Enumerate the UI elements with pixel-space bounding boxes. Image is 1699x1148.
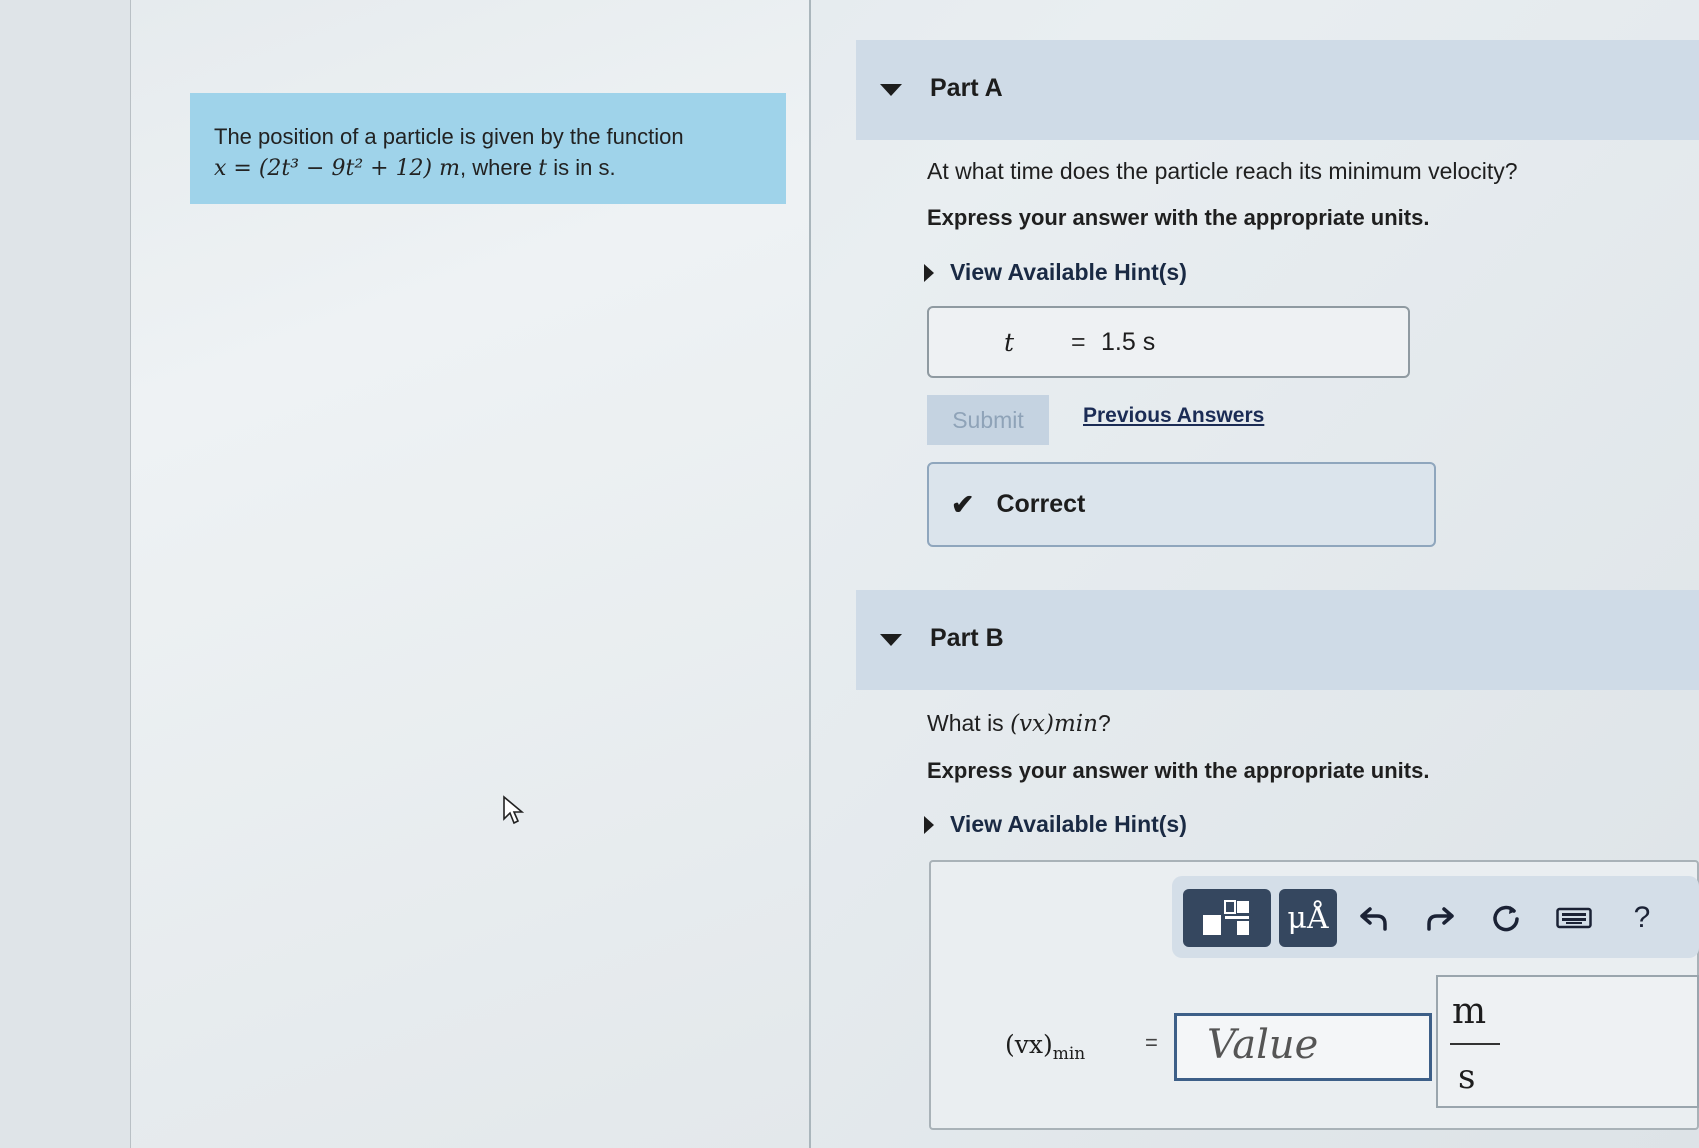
formula-equals: =	[1145, 1030, 1158, 1055]
question-prefix: What is	[927, 710, 1011, 736]
left-gutter	[0, 0, 131, 1148]
answer-equals: =	[1071, 328, 1086, 356]
part-a-answer-display: t = 1.5 s	[927, 306, 1410, 378]
previous-answers-link[interactable]: Previous Answers	[1083, 404, 1264, 428]
collapse-triangle-icon[interactable]	[880, 84, 902, 96]
position-formula: x = (2t³ − 9t² + 12) m	[214, 156, 460, 181]
redo-icon[interactable]	[1416, 889, 1464, 947]
reset-icon[interactable]	[1482, 889, 1530, 947]
part-b-title: Part B	[930, 624, 1004, 652]
problem-text: The position of a particle is given by t…	[214, 124, 684, 149]
formula-variable: (vx)	[1005, 1030, 1053, 1059]
part-a-question: At what time does the particle reach its…	[927, 158, 1518, 184]
part-b-hint-toggle[interactable]: View Available Hint(s)	[924, 811, 1187, 838]
feedback-label: Correct	[996, 490, 1086, 518]
keyboard-icon[interactable]	[1550, 889, 1598, 947]
time-variable: t	[538, 156, 548, 181]
expand-triangle-icon	[924, 815, 934, 834]
collapse-triangle-icon[interactable]	[880, 634, 902, 646]
part-b-question: What is (vx)min?	[927, 710, 1111, 737]
hint-label: View Available Hint(s)	[950, 811, 1187, 837]
expand-triangle-icon	[924, 263, 934, 282]
answer-variable: t	[1004, 328, 1015, 357]
formula-label: (vx)min	[1005, 1030, 1085, 1064]
feedback-correct: ✔ Correct	[927, 462, 1436, 547]
value-input[interactable]: Value	[1174, 1013, 1432, 1081]
question-math: (vx)min	[1010, 711, 1098, 737]
help-icon[interactable]: ?	[1618, 889, 1666, 947]
question-suffix: ?	[1097, 710, 1111, 736]
part-a-header[interactable]: Part A	[856, 40, 1699, 140]
problem-text-3: is in s.	[547, 155, 616, 180]
math-toolbar: μÅ ?	[1172, 876, 1699, 958]
undo-icon[interactable]	[1350, 889, 1398, 947]
units-input[interactable]: m s	[1436, 975, 1699, 1108]
part-b-header[interactable]: Part B	[856, 590, 1699, 690]
part-a-hint-toggle[interactable]: View Available Hint(s)	[924, 259, 1187, 286]
unit-numerator: m	[1452, 991, 1487, 1032]
mouse-cursor-icon	[503, 795, 524, 825]
problem-statement: The position of a particle is given by t…	[190, 93, 786, 204]
templates-icon	[1203, 900, 1249, 935]
checkmark-icon: ✔	[951, 489, 975, 520]
formula-subscript: min	[1052, 1044, 1086, 1064]
answer-value: 1.5 s	[1101, 328, 1156, 356]
units-button[interactable]: μÅ	[1279, 889, 1337, 947]
part-b-instruction: Express your answer with the appropriate…	[927, 758, 1430, 783]
part-a-title: Part A	[930, 74, 1003, 102]
templates-button[interactable]	[1183, 889, 1271, 947]
fraction-bar	[1450, 1043, 1500, 1045]
unit-denominator: s	[1458, 1057, 1476, 1097]
hint-label: View Available Hint(s)	[950, 259, 1187, 285]
part-a-instruction: Express your answer with the appropriate…	[927, 205, 1430, 230]
problem-text-2: , where	[460, 155, 539, 180]
submit-button[interactable]: Submit	[927, 395, 1049, 445]
